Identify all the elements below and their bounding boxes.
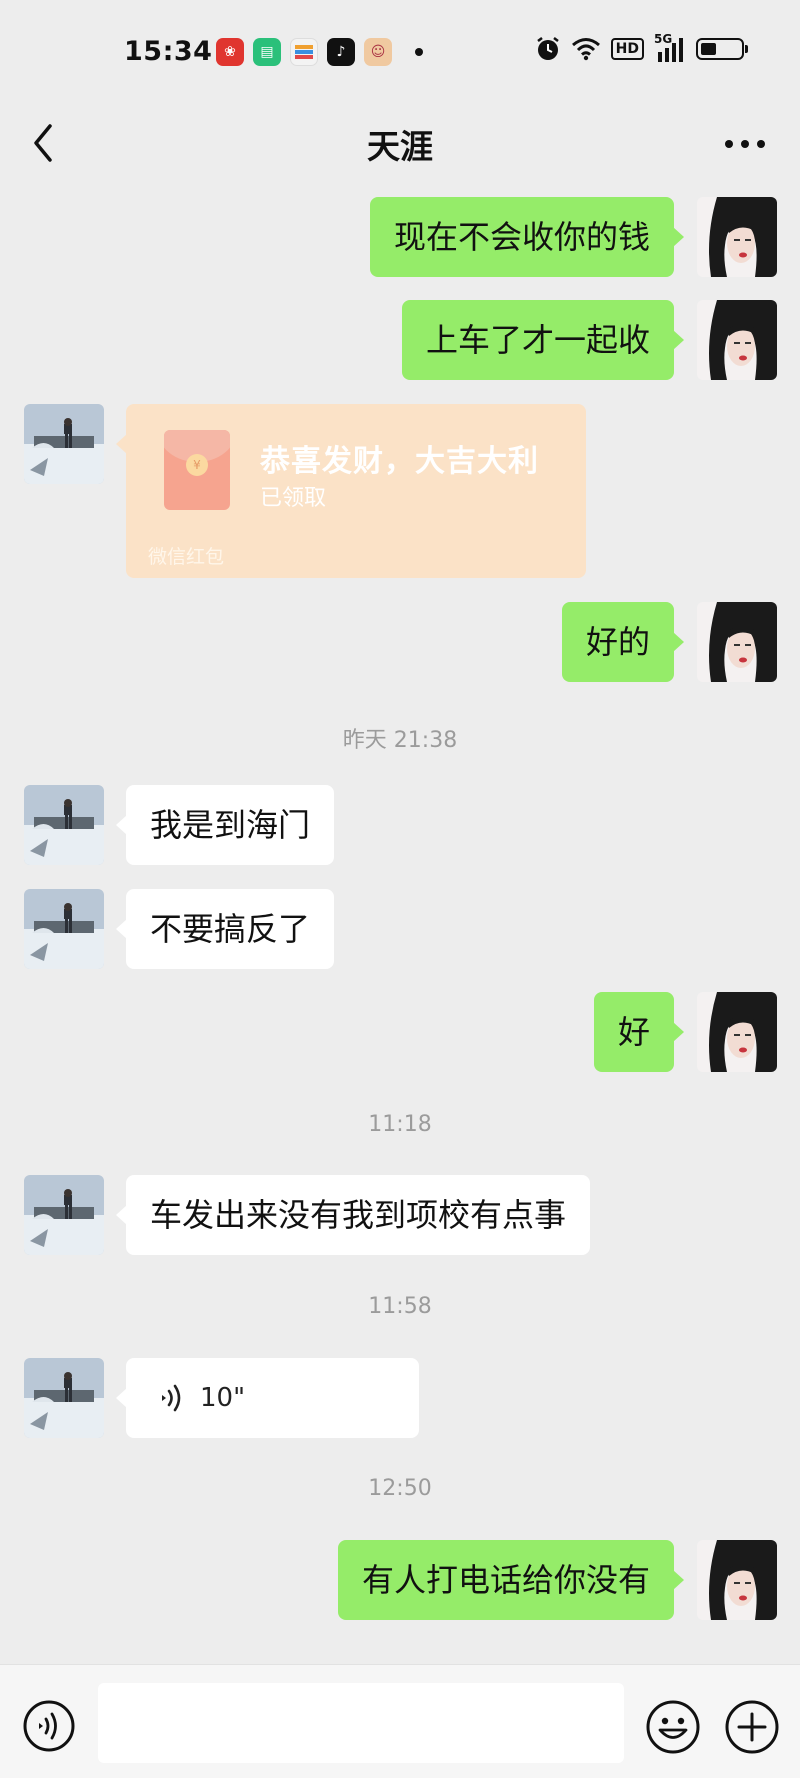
voice-duration: 10" <box>200 1383 246 1413</box>
voice-input-icon[interactable] <box>22 1699 76 1753</box>
time-divider: 11:58 <box>368 1294 432 1319</box>
red-packet-status: 已领取 <box>260 486 327 511</box>
more-notifications-dot <box>415 48 423 56</box>
message-bubble[interactable]: 好 <box>593 992 685 1072</box>
wallet-icon <box>290 38 318 66</box>
red-packet-icon: ¥ <box>164 430 230 510</box>
time-divider: 昨天 21:38 <box>342 728 458 753</box>
status-time: 15:34 <box>124 36 213 67</box>
tiktok-icon: ♪ <box>327 38 355 66</box>
alarm-icon <box>536 37 559 60</box>
plus-icon[interactable] <box>724 1699 780 1755</box>
message-bubble[interactable]: 有人打电话给你没有 <box>337 1540 685 1620</box>
message-list[interactable]: 现在不会收你的钱 上车了才一起收 ¥ 恭喜发财，大吉大利 已领取 微信红包 好的… <box>0 182 800 1664</box>
notification-icons: ❀ ▤ ♪ ☺ <box>216 38 423 66</box>
contact-avatar[interactable] <box>24 1175 104 1255</box>
input-bar <box>0 1664 800 1778</box>
cellular-signal-icon: 5G <box>654 32 686 62</box>
red-packet-brand: 微信红包 <box>148 546 225 568</box>
time-divider: 11:18 <box>368 1112 432 1137</box>
chat-app-icon: ▤ <box>253 38 281 66</box>
wifi-icon <box>571 38 600 61</box>
chat-title: 天涯 <box>367 127 433 166</box>
message-bubble[interactable]: 车发出来没有我到项校有点事 <box>115 1175 591 1255</box>
battery-icon <box>696 38 748 60</box>
my-avatar[interactable] <box>697 1540 777 1620</box>
pinduoduo-icon: ❀ <box>216 38 244 66</box>
emoji-icon[interactable] <box>645 1699 701 1755</box>
my-avatar[interactable] <box>697 197 777 277</box>
time-divider: 12:50 <box>368 1476 432 1501</box>
contact-avatar[interactable] <box>24 404 104 484</box>
network-type: 5G <box>654 32 673 46</box>
my-avatar[interactable] <box>697 300 777 380</box>
status-bar: 15:34 ❀ ▤ ♪ ☺ HD 5G <box>0 0 800 106</box>
voice-message[interactable]: 10" <box>116 1358 419 1438</box>
message-bubble[interactable]: 我是到海门 <box>115 785 335 865</box>
message-bubble[interactable]: 现在不会收你的钱 <box>369 197 685 277</box>
chat-header: 天涯 <box>0 106 800 182</box>
message-bubble[interactable]: 不要搞反了 <box>115 889 335 969</box>
my-avatar[interactable] <box>697 602 777 682</box>
game-icon: ☺ <box>364 38 392 66</box>
hd-badge: HD <box>610 38 644 60</box>
contact-avatar[interactable] <box>24 785 104 865</box>
my-avatar[interactable] <box>697 992 777 1072</box>
message-input[interactable] <box>98 1683 624 1763</box>
red-packet-wish: 恭喜发财，大吉大利 <box>260 444 539 479</box>
contact-avatar[interactable] <box>24 1358 104 1438</box>
red-packet-card[interactable]: ¥ 恭喜发财，大吉大利 已领取 微信红包 <box>116 404 586 578</box>
contact-avatar[interactable] <box>24 889 104 969</box>
more-icon[interactable] <box>720 126 770 162</box>
message-bubble[interactable]: 上车了才一起收 <box>401 300 685 380</box>
message-bubble[interactable]: 好的 <box>561 602 685 682</box>
system-indicators: HD 5G <box>535 32 748 62</box>
voice-wave-icon <box>162 1384 181 1412</box>
